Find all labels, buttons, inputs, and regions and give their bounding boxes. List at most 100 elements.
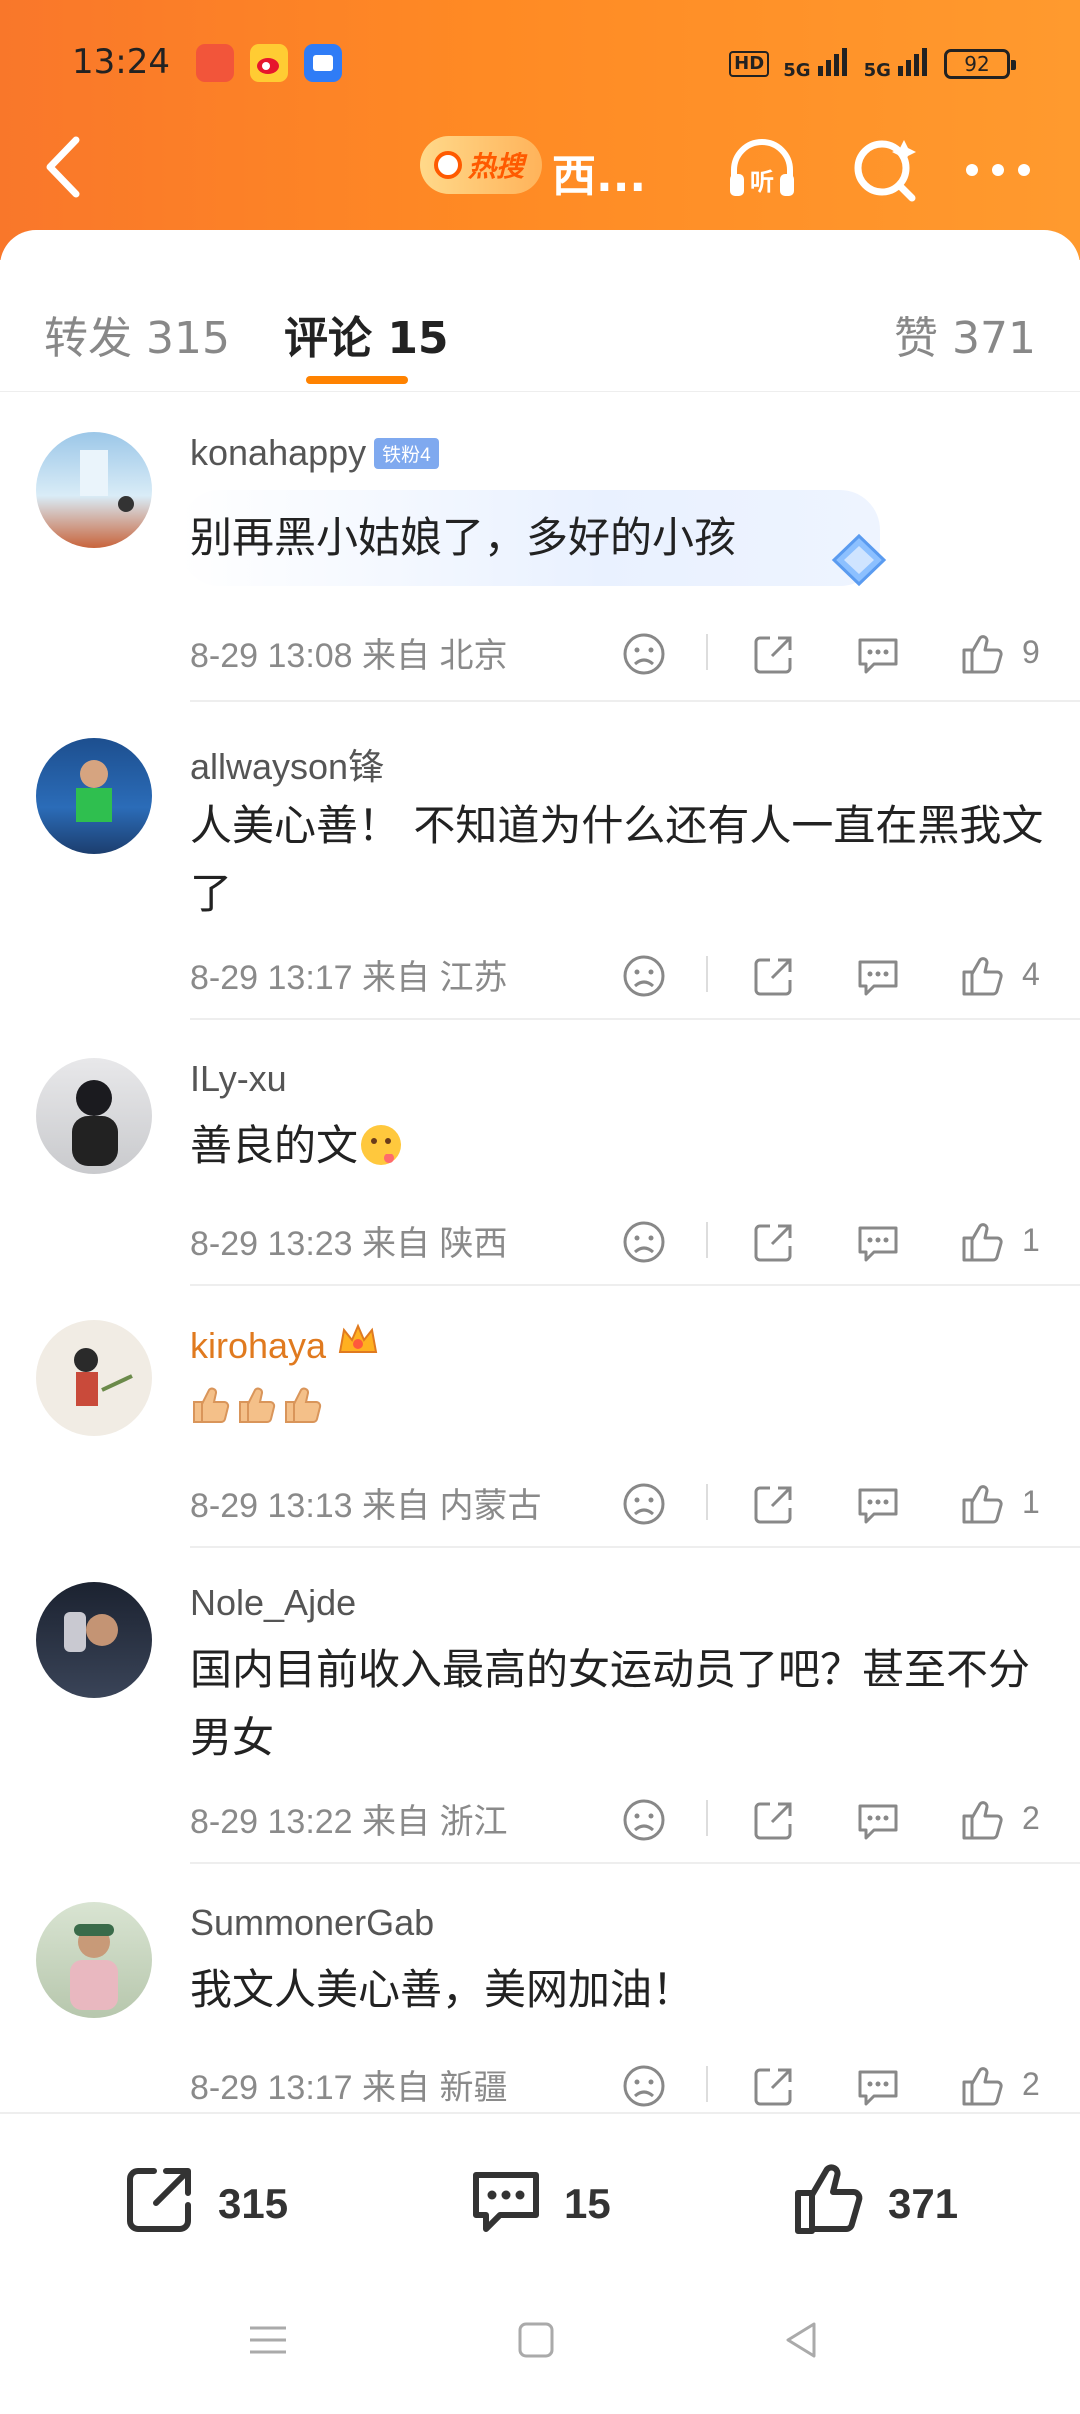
thumbs-up-icon[interactable] — [958, 952, 1006, 1000]
share-icon[interactable] — [750, 952, 798, 1000]
status-bar: 13:24 HD 5G 5G 92 — [0, 30, 1080, 100]
hot-search-label: 热搜 — [468, 150, 525, 183]
thumbs-up-icon[interactable] — [958, 1480, 1006, 1528]
comment-button[interactable]: 15 — [466, 2164, 611, 2244]
back-triangle-icon[interactable] — [780, 2318, 824, 2366]
comment-actions: 9 — [610, 626, 1050, 682]
comment-bubble-icon[interactable] — [854, 2062, 902, 2110]
comment-bubble-icon — [466, 2159, 546, 2249]
comment-meta: 8-29 13:23 来自 陕西 — [190, 1225, 508, 1263]
comment-bubble-icon[interactable] — [854, 1218, 902, 1266]
comment-actions: 2 — [610, 1792, 1050, 1848]
like-count: 371 — [888, 2180, 959, 2227]
battery-indicator: 92 — [944, 49, 1016, 79]
menu-icon[interactable] — [246, 2318, 290, 2366]
tab-likes[interactable]: 赞 371 — [894, 302, 1036, 366]
dislike-face-icon[interactable] — [620, 1796, 668, 1844]
username[interactable]: allwayson锋 — [190, 738, 384, 790]
dislike-face-icon[interactable] — [620, 2062, 668, 2110]
avatar[interactable] — [36, 738, 152, 854]
comment-bubble-icon[interactable] — [854, 1480, 902, 1528]
repost-button[interactable]: 315 — [120, 2164, 288, 2244]
comment-text: 善良的文 — [190, 1112, 1050, 1188]
comment-bubble-icon[interactable] — [854, 1796, 902, 1844]
system-navigation-bar — [0, 2282, 1080, 2414]
status-indicators: HD 5G 5G 92 — [729, 48, 1016, 80]
share-icon[interactable] — [750, 1218, 798, 1266]
active-tab-indicator — [306, 376, 408, 384]
comment-meta: 8-29 13:17 来自 江苏 — [190, 959, 508, 997]
avatar[interactable] — [36, 1320, 152, 1436]
comment-divider — [190, 1284, 1080, 1286]
signal-icon: 5G — [783, 48, 849, 80]
dislike-face-icon[interactable] — [620, 1218, 668, 1266]
thumbs-up-icon — [790, 2159, 870, 2249]
home-square-icon[interactable] — [514, 2318, 558, 2366]
fan-badge: 铁粉4 — [374, 438, 439, 469]
comment-text: 别再黑小姑娘了，多好的小孩 — [190, 513, 737, 562]
comment-text — [190, 1374, 1050, 1448]
username[interactable]: Nole_Ajde — [190, 1582, 356, 1624]
comment-actions: 1 — [610, 1214, 1050, 1270]
nav-title[interactable]: 西... — [552, 140, 646, 204]
back-arrow-icon[interactable] — [36, 132, 96, 202]
tab-bar: 转发 315 评论 15 赞 371 — [0, 262, 1080, 392]
share-icon — [120, 2159, 200, 2249]
dislike-face-icon[interactable] — [620, 952, 668, 1000]
tab-comments[interactable]: 评论 15 — [284, 302, 449, 366]
search-magnifier-icon — [434, 151, 462, 179]
thumbs-up-icon[interactable] — [958, 2062, 1006, 2110]
comment-meta: 8-29 13:22 来自 浙江 — [190, 1803, 508, 1841]
like-count: 1 — [1022, 1484, 1040, 1520]
search-sparkle-icon[interactable] — [846, 130, 926, 210]
username[interactable]: ILy-xu — [190, 1058, 287, 1100]
tab-repost[interactable]: 转发 315 — [44, 302, 230, 366]
hot-search-pill[interactable]: 热搜 — [420, 136, 543, 194]
more-dots-icon[interactable] — [958, 130, 1038, 210]
svg-text:听: 听 — [750, 168, 774, 196]
like-count: 2 — [1022, 1800, 1040, 1836]
status-time: 13:24 — [72, 42, 170, 82]
comment-text: 我文人美心善，美网加油！ — [190, 1965, 695, 2014]
comment-text: 国内目前收入最高的女运动员了吧？甚至不分男女 — [190, 1645, 1031, 1762]
action-divider — [706, 1222, 708, 1258]
share-icon[interactable] — [750, 1796, 798, 1844]
share-icon[interactable] — [750, 630, 798, 678]
comment-bubble-icon[interactable] — [854, 630, 902, 678]
navigation-bar: 热搜 西... 听 — [0, 120, 1080, 210]
emoji-smile-icon — [358, 1120, 404, 1188]
comment-text: 人美心善！ 不知道为什么还有人一直在黑我文了 — [190, 801, 1044, 918]
avatar[interactable] — [36, 1058, 152, 1174]
comment-count: 15 — [564, 2180, 611, 2227]
thumbs-up-icon[interactable] — [958, 1796, 1006, 1844]
dislike-face-icon[interactable] — [620, 1480, 668, 1528]
comment-meta: 8-29 13:08 来自 北京 — [190, 637, 508, 675]
share-icon[interactable] — [750, 1480, 798, 1528]
thumbs-up-icon[interactable] — [958, 1218, 1006, 1266]
dislike-face-icon[interactable] — [620, 630, 668, 678]
comment-meta: 8-29 13:13 来自 内蒙古 — [190, 1487, 542, 1525]
message-notification-icon — [304, 44, 342, 82]
thumbs-up-icon[interactable] — [958, 630, 1006, 678]
action-divider — [706, 1484, 708, 1520]
username[interactable]: SummonerGab — [190, 1902, 434, 1944]
comment-meta: 8-29 13:17 来自 新疆 — [190, 2069, 508, 2107]
share-icon[interactable] — [750, 2062, 798, 2110]
comment-bubble-icon[interactable] — [854, 952, 902, 1000]
avatar[interactable] — [36, 1902, 152, 2018]
app-header: 13:24 HD 5G 5G 92 热搜 西... 听 — [0, 0, 1080, 260]
avatar[interactable] — [36, 1582, 152, 1698]
username[interactable]: konahappy 铁粉4 — [190, 432, 439, 474]
headphones-listen-icon[interactable]: 听 — [722, 130, 802, 210]
comment-actions: 1 — [610, 1476, 1050, 1532]
like-button[interactable]: 371 — [790, 2164, 958, 2244]
avatar[interactable] — [36, 432, 152, 548]
username[interactable]: kirohaya — [190, 1320, 380, 1369]
like-count: 4 — [1022, 956, 1040, 992]
comment-divider — [190, 700, 1080, 702]
bottom-action-bar: 315 15 371 — [0, 2112, 1080, 2282]
comment-actions: 2 — [610, 2058, 1050, 2114]
comment-actions: 4 — [610, 948, 1050, 1004]
like-count: 2 — [1022, 2066, 1040, 2102]
notification-app-icon — [196, 44, 234, 82]
